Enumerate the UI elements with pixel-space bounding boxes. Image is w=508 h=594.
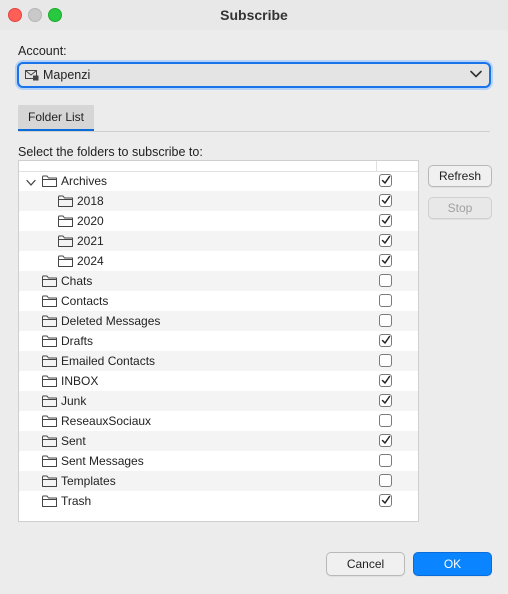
mail-account-icon [25,70,39,81]
folder-row[interactable]: Archives [19,171,418,191]
subscribe-checkbox[interactable] [379,254,392,267]
tab-folder-list[interactable]: Folder List [18,105,94,131]
folder-row[interactable]: 2018 [19,191,418,211]
folder-icon [42,335,57,350]
folder-name: Trash [61,494,92,508]
ok-button[interactable]: OK [413,552,492,576]
folder-row[interactable]: 2024 [19,251,418,271]
subscribe-checkbox[interactable] [379,474,392,487]
folder-icon [42,455,57,470]
instruction-text: Select the folders to subscribe to: [18,145,203,159]
folder-icon [58,255,73,270]
folder-name: Sent Messages [61,454,144,468]
folder-icon [42,175,57,190]
subscribe-checkbox[interactable] [379,454,392,467]
folder-row[interactable]: ReseauxSociaux [19,411,418,431]
folder-row[interactable]: Deleted Messages [19,311,418,331]
folder-row[interactable]: Chats [19,271,418,291]
subscribe-checkbox[interactable] [379,414,392,427]
folder-row[interactable]: Drafts [19,331,418,351]
folder-icon [42,355,57,370]
folder-icon [42,475,57,490]
folder-name: Templates [61,474,116,488]
subscribe-checkbox[interactable] [379,274,392,287]
folder-name: Drafts [61,334,94,348]
subscribe-checkbox[interactable] [379,434,392,447]
disclosure-chevron-icon[interactable] [26,176,36,190]
stop-button[interactable]: Stop [428,197,492,219]
folder-name: Deleted Messages [61,314,161,328]
folder-name: ReseauxSociaux [61,414,152,428]
subscribe-checkbox[interactable] [379,494,392,507]
folder-icon [42,275,57,290]
folder-row[interactable]: 2020 [19,211,418,231]
folder-name: Sent [61,434,86,448]
folder-row[interactable]: Contacts [19,291,418,311]
subscribe-checkbox[interactable] [379,354,392,367]
folder-icon [42,395,57,410]
subscribe-checkbox[interactable] [379,314,392,327]
folder-row[interactable]: Templates [19,471,418,491]
folder-icon [42,315,57,330]
cancel-button[interactable]: Cancel [326,552,405,576]
folder-row[interactable]: INBOX [19,371,418,391]
folder-icon [58,215,73,230]
subscribe-checkbox[interactable] [379,214,392,227]
folder-name: Emailed Contacts [61,354,156,368]
folder-name: 2018 [77,194,104,208]
folder-name: 2024 [77,254,104,268]
folder-name: INBOX [61,374,99,388]
subscribe-checkbox[interactable] [379,234,392,247]
subscribe-checkbox[interactable] [379,374,392,387]
folder-icon [42,415,57,430]
folder-list[interactable]: Archives 2018 2020 2021 2024 Chats Contacts Del… [18,160,419,522]
folder-row[interactable]: Emailed Contacts [19,351,418,371]
chevron-down-icon [470,70,482,78]
folder-name: 2020 [77,214,104,228]
account-label: Account: [18,44,67,58]
folder-name: Junk [61,394,87,408]
folder-row[interactable]: Sent [19,431,418,451]
column-separator [376,161,377,171]
folder-name: 2021 [77,234,104,248]
folder-icon [42,435,57,450]
subscribe-checkbox[interactable] [379,294,392,307]
folder-icon [42,495,57,510]
folder-icon [42,295,57,310]
account-value: Mapenzi [43,68,91,82]
subscribe-checkbox[interactable] [379,194,392,207]
subscribe-checkbox[interactable] [379,334,392,347]
folder-icon [58,235,73,250]
folder-icon [42,375,57,390]
folder-row[interactable]: Sent Messages [19,451,418,471]
title-bar: Subscribe [0,0,508,30]
folder-row[interactable]: 2021 [19,231,418,251]
folder-icon [58,195,73,210]
folder-name: Chats [61,274,93,288]
folder-name: Archives [61,174,108,188]
window-title: Subscribe [220,7,288,23]
folder-row[interactable]: Junk [19,391,418,411]
refresh-button[interactable]: Refresh [428,165,492,187]
account-select[interactable]: Mapenzi [17,62,491,88]
subscribe-checkbox[interactable] [379,174,392,187]
tab-divider [18,131,490,132]
folder-row[interactable]: Trash [19,491,418,511]
folder-name: Contacts [61,294,109,308]
subscribe-checkbox[interactable] [379,394,392,407]
